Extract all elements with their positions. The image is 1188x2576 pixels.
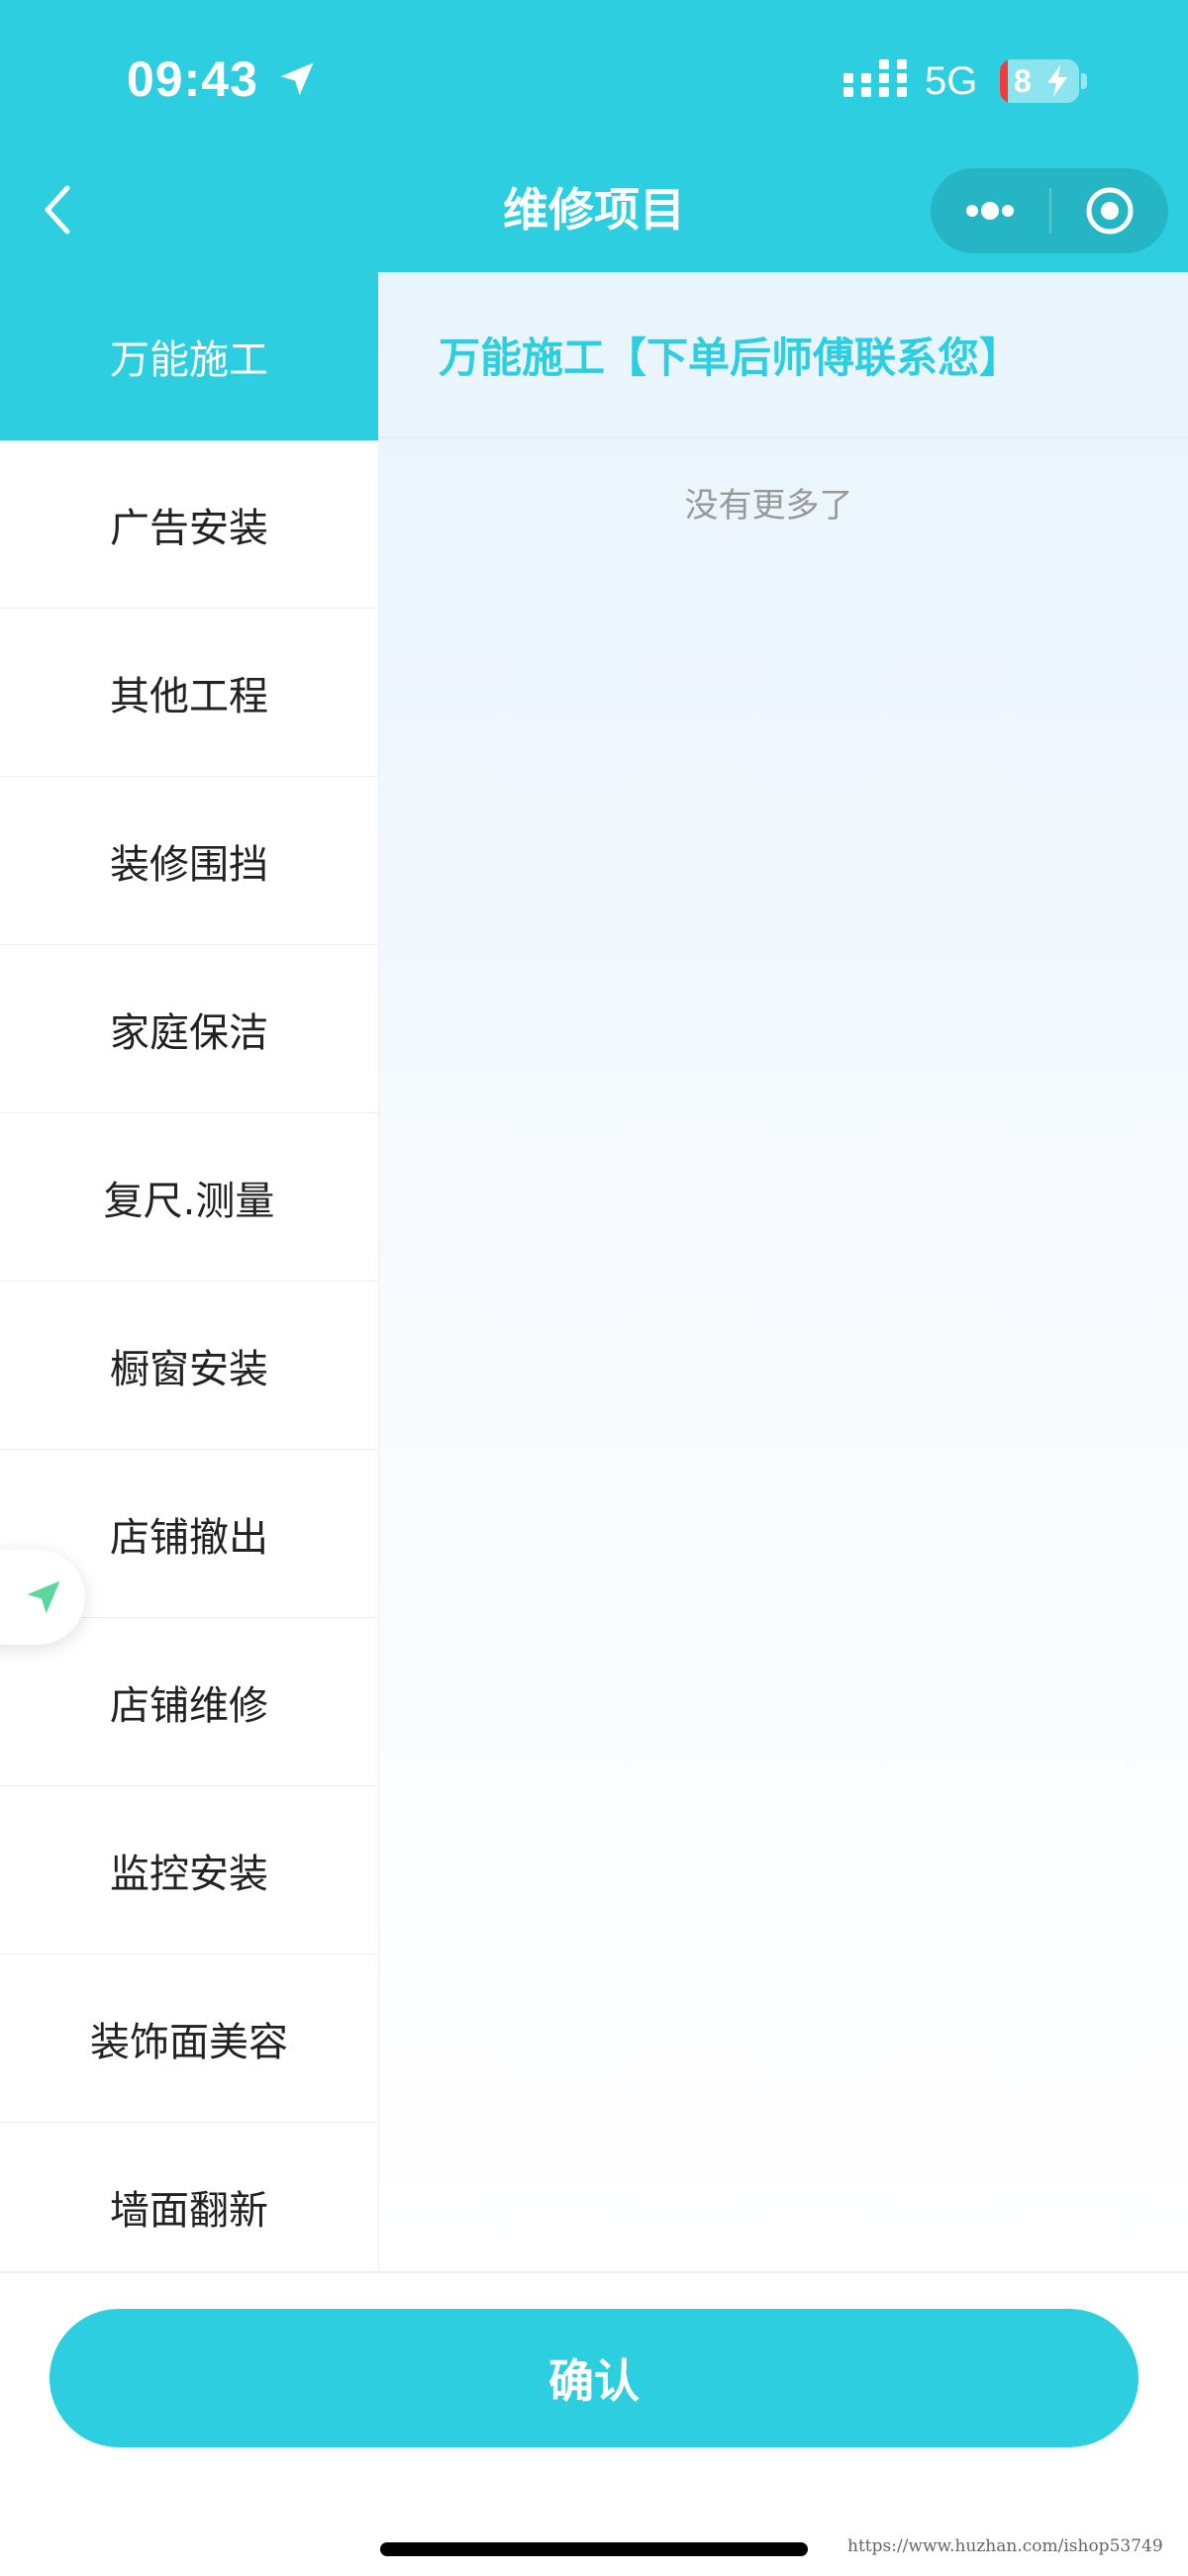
category-sidebar: 万能施工 广告安装 其他工程 装修围挡 家庭保洁 复尺.测量 橱窗安装 店铺撤出… (0, 272, 379, 2271)
top-header: 09:43 5G 8 维修项目 (0, 0, 1188, 272)
location-services-icon (280, 62, 314, 96)
miniprogram-capsule (931, 168, 1168, 253)
confirm-button[interactable]: 确认 (50, 2309, 1138, 2447)
sidebar-item-other-projects[interactable]: 其他工程 (0, 609, 378, 777)
watermark-text: https://www.huzhan.com/ishop53749 (847, 2536, 1163, 2556)
section-header: 万能施工【下单后师傅联系您】 (379, 272, 1188, 438)
battery-level: 8 (1014, 63, 1032, 99)
no-more-text: 没有更多了 (684, 486, 853, 525)
charging-bolt-icon (1047, 65, 1067, 97)
sidebar-item-store-repair[interactable]: 店铺维修 (0, 1618, 378, 1786)
network-type: 5G (925, 59, 978, 103)
page-title: 维修项目 (503, 183, 685, 237)
bottom-action-bar: 确认 https://www.huzhan.com/ishop53749 (0, 2271, 1188, 2576)
miniprogram-close-icon[interactable] (1051, 168, 1168, 253)
signal-strength-icon (843, 59, 907, 97)
content-panel: 万能施工【下单后师傅联系您】 没有更多了 (379, 272, 1188, 2271)
status-time: 09:43 (127, 51, 258, 107)
battery-low-segment (1000, 59, 1008, 103)
sidebar-item-wall-renovation[interactable]: 墙面翻新 (0, 2123, 378, 2271)
sidebar-item-home-cleaning[interactable]: 家庭保洁 (0, 945, 378, 1113)
sidebar-item-all-purpose[interactable]: 万能施工 (0, 272, 378, 440)
back-chevron-icon[interactable] (30, 174, 89, 245)
home-indicator[interactable] (380, 2542, 808, 2556)
sidebar-item-cctv-install[interactable]: 监控安装 (0, 1786, 378, 1955)
location-arrow-icon (27, 1580, 60, 1614)
sidebar-item-surface-beauty[interactable]: 装饰面美容 (0, 1955, 378, 2123)
sidebar-item-hoarding[interactable]: 装修围挡 (0, 777, 378, 945)
sidebar-item-measurement[interactable]: 复尺.测量 (0, 1113, 378, 1282)
battery-tip (1081, 73, 1087, 89)
more-dots-icon[interactable] (931, 168, 1049, 253)
sidebar-item-window-install[interactable]: 橱窗安装 (0, 1282, 378, 1450)
sidebar-item-ad-install[interactable]: 广告安装 (0, 440, 378, 609)
battery-indicator: 8 (1000, 59, 1079, 103)
